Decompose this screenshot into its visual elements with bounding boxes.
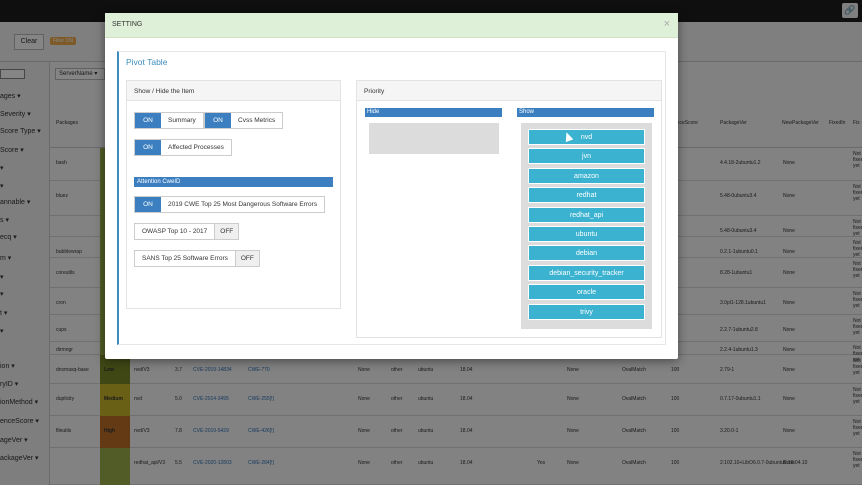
cvss-toggle-label: Cvss Metrics xyxy=(238,117,276,124)
priority-source-item[interactable]: debian xyxy=(528,245,645,262)
sans-toggle[interactable]: SANS Top 25 Software Errors OFF xyxy=(134,250,260,267)
summary-toggle[interactable]: ON Summary xyxy=(134,112,204,129)
priority-source-item[interactable]: amazon xyxy=(528,167,645,184)
priority-title: Priority xyxy=(364,88,385,95)
priority-panel: Priority Hide Show nvd jvn amazon redhat red… xyxy=(356,80,662,338)
show-hide-panel: Show / Hide the Item ON Summary ON Cvss … xyxy=(126,80,341,309)
attention-cweid-header: Attention CweID xyxy=(134,177,333,187)
hide-drop-zone[interactable] xyxy=(369,123,499,154)
sans-toggle-label: SANS Top 25 Software Errors xyxy=(142,255,228,262)
show-hide-title: Show / Hide the Item xyxy=(134,88,195,95)
cwe-top25-toggle[interactable]: ON 2019 CWE Top 25 Most Dangerous Softwa… xyxy=(134,196,326,213)
settings-modal: SETTING × Pivot Table Show / Hide the It… xyxy=(105,13,678,359)
priority-source-item[interactable]: jvn xyxy=(528,148,645,165)
owasp-toggle-state[interactable]: OFF xyxy=(214,224,239,239)
show-hide-header: Show / Hide the Item xyxy=(127,81,340,101)
priority-source-item[interactable]: trivy xyxy=(528,303,645,320)
modal-header: SETTING × xyxy=(105,13,678,38)
priority-header: Priority xyxy=(357,81,661,101)
cwe-top25-toggle-label: 2019 CWE Top 25 Most Dangerous Software … xyxy=(168,201,318,208)
summary-toggle-label: Summary xyxy=(168,117,196,124)
priority-source-item[interactable]: redhat xyxy=(528,187,645,204)
priority-source-item[interactable]: nvd xyxy=(528,129,645,145)
pivot-table-section: Pivot Table Show / Hide the Item ON Summ… xyxy=(117,51,666,345)
priority-source-item[interactable]: debian_security_tracker xyxy=(528,264,645,281)
affected-processes-toggle[interactable]: ON Affected Processes xyxy=(134,139,232,156)
affected-toggle-label: Affected Processes xyxy=(168,144,224,151)
priority-source-item[interactable]: ubuntu xyxy=(528,226,645,242)
show-column-header: Show xyxy=(517,108,654,117)
cvss-toggle[interactable]: ON Cvss Metrics xyxy=(204,112,284,129)
affected-toggle-state[interactable]: ON xyxy=(135,140,161,155)
summary-toggle-state[interactable]: ON xyxy=(135,113,161,128)
cwe-top25-toggle-state[interactable]: ON xyxy=(135,197,161,212)
owasp-toggle[interactable]: OWASP Top 10 - 2017 OFF xyxy=(134,223,240,240)
modal-title: SETTING xyxy=(112,21,143,28)
priority-source-item[interactable]: redhat_api xyxy=(528,206,645,223)
cvss-toggle-state[interactable]: ON xyxy=(205,113,231,128)
pivot-title: Pivot Table xyxy=(126,57,168,67)
sans-toggle-state[interactable]: OFF xyxy=(234,251,259,266)
hide-column-header: Hide xyxy=(365,108,502,117)
show-drop-zone[interactable]: nvd jvn amazon redhat redhat_apiubuntu debian… xyxy=(521,123,652,329)
owasp-toggle-label: OWASP Top 10 - 2017 xyxy=(142,228,208,235)
close-icon[interactable]: × xyxy=(664,18,670,30)
priority-source-item[interactable]: oracle xyxy=(528,284,645,301)
